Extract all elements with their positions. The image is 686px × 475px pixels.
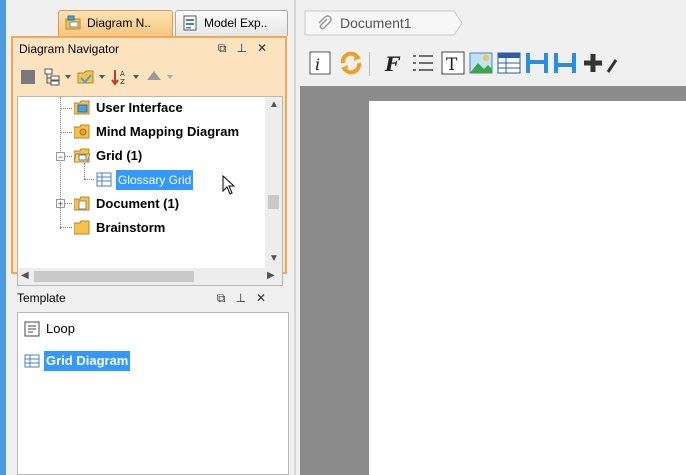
brainstorm-folder-icon (74, 220, 90, 235)
paperclip-icon (318, 15, 332, 30)
diagram-navigator-icon (65, 15, 81, 30)
svg-text:i: i (315, 55, 320, 74)
grid-diagram-icon (24, 354, 40, 368)
navigator-toolbar: A Z (15, 62, 285, 94)
tab-label: Model Exp.. (204, 16, 268, 30)
grid-folder-open-icon (74, 148, 90, 163)
chevron-down-icon[interactable] (133, 75, 139, 79)
svg-text:A: A (120, 70, 125, 78)
image-icon[interactable] (468, 50, 494, 76)
svg-text:T: T (446, 55, 458, 75)
user-interface-folder-icon (74, 100, 90, 115)
add-icon[interactable] (580, 50, 606, 76)
template-panel: Template ⧉⊥✕ Loop Grid Diagram (11, 286, 290, 475)
scrollbar-thumb[interactable] (34, 271, 194, 282)
document-page[interactable] (369, 101, 686, 475)
tree-connector (84, 179, 94, 180)
vertical-scrollbar[interactable]: ▲ ▼ (265, 97, 282, 269)
tree-connector (60, 97, 61, 229)
panel-controls: ⧉⊥✕ (218, 41, 277, 56)
mind-mapping-folder-icon (74, 124, 90, 139)
model-explorer-icon (183, 15, 197, 31)
horizontal-scrollbar[interactable]: ◀ ▶ (18, 268, 282, 285)
folder-filter-icon[interactable] (77, 68, 95, 86)
tree-connector (60, 227, 72, 228)
pin-icon[interactable]: ⊥ (236, 41, 256, 55)
template-list: Loop Grid Diagram (17, 312, 289, 475)
pin-icon[interactable]: ⊥ (235, 291, 255, 305)
diagram-navigator-panel: Diagram Navigator ⧉⊥✕ A Z − + User Inter… (11, 36, 287, 286)
document-tab-bar: Document1 (296, 0, 686, 38)
scrollbar-thumb[interactable] (268, 195, 279, 209)
text-box-icon[interactable]: T (440, 50, 466, 76)
list-icon[interactable] (410, 50, 436, 76)
tab-label: Diagram N.. (87, 16, 152, 30)
document-tab-label: Document1 (340, 15, 412, 31)
chevron-down-icon[interactable] (65, 75, 71, 79)
tree-connector (60, 132, 72, 133)
scroll-right-icon[interactable]: ▶ (267, 270, 275, 281)
info-icon[interactable]: i (308, 50, 334, 76)
tree-connector (64, 156, 72, 157)
square-icon[interactable] (19, 68, 37, 86)
tree-connector (84, 163, 85, 179)
panel-controls: ⧉⊥✕ (217, 291, 276, 306)
close-icon[interactable]: ✕ (257, 41, 277, 55)
close-icon[interactable]: ✕ (256, 291, 276, 305)
restore-icon[interactable]: ⧉ (218, 41, 237, 55)
sort-icon[interactable]: A Z (111, 68, 129, 86)
tab-model-explorer[interactable]: Model Exp.. (175, 10, 288, 36)
header-block-icon[interactable] (524, 50, 550, 76)
glossary-grid-icon (96, 172, 112, 187)
tree-connector (64, 203, 72, 204)
toolbar-separator (369, 52, 370, 76)
svg-text:F: F (384, 52, 401, 76)
expand-toggle[interactable]: + (56, 199, 65, 209)
document-toolbar: i F T (296, 40, 686, 86)
refresh-icon[interactable] (338, 50, 364, 76)
diagram-tree: − + User Interface Mind Mapping Diagram … (17, 96, 283, 286)
panel-title: Diagram Navigator (19, 42, 120, 56)
footer-block-icon[interactable] (552, 50, 578, 76)
scroll-up-icon[interactable]: ▲ (269, 99, 279, 110)
tab-diagram-navigator[interactable]: Diagram N.. (58, 10, 173, 36)
mouse-cursor-icon (222, 175, 236, 195)
loop-icon (24, 321, 40, 337)
svg-text:Z: Z (120, 78, 125, 86)
tree-view-icon[interactable] (43, 68, 61, 86)
collapse-toggle[interactable]: − (56, 152, 65, 162)
tree-connector (60, 108, 72, 109)
more-icon[interactable] (606, 50, 632, 76)
panel-title: Template (17, 291, 66, 305)
font-icon[interactable]: F (380, 50, 406, 76)
scroll-down-icon[interactable]: ▼ (269, 253, 279, 264)
chevron-down-icon[interactable] (99, 75, 105, 79)
tab-document1[interactable]: Document1 (304, 10, 464, 36)
table-icon[interactable] (496, 50, 522, 76)
scroll-left-icon[interactable]: ◀ (21, 270, 29, 281)
restore-icon[interactable]: ⧉ (217, 291, 236, 305)
up-icon[interactable] (145, 68, 163, 86)
chevron-down-icon[interactable] (167, 75, 173, 79)
document-folder-icon (74, 196, 90, 211)
